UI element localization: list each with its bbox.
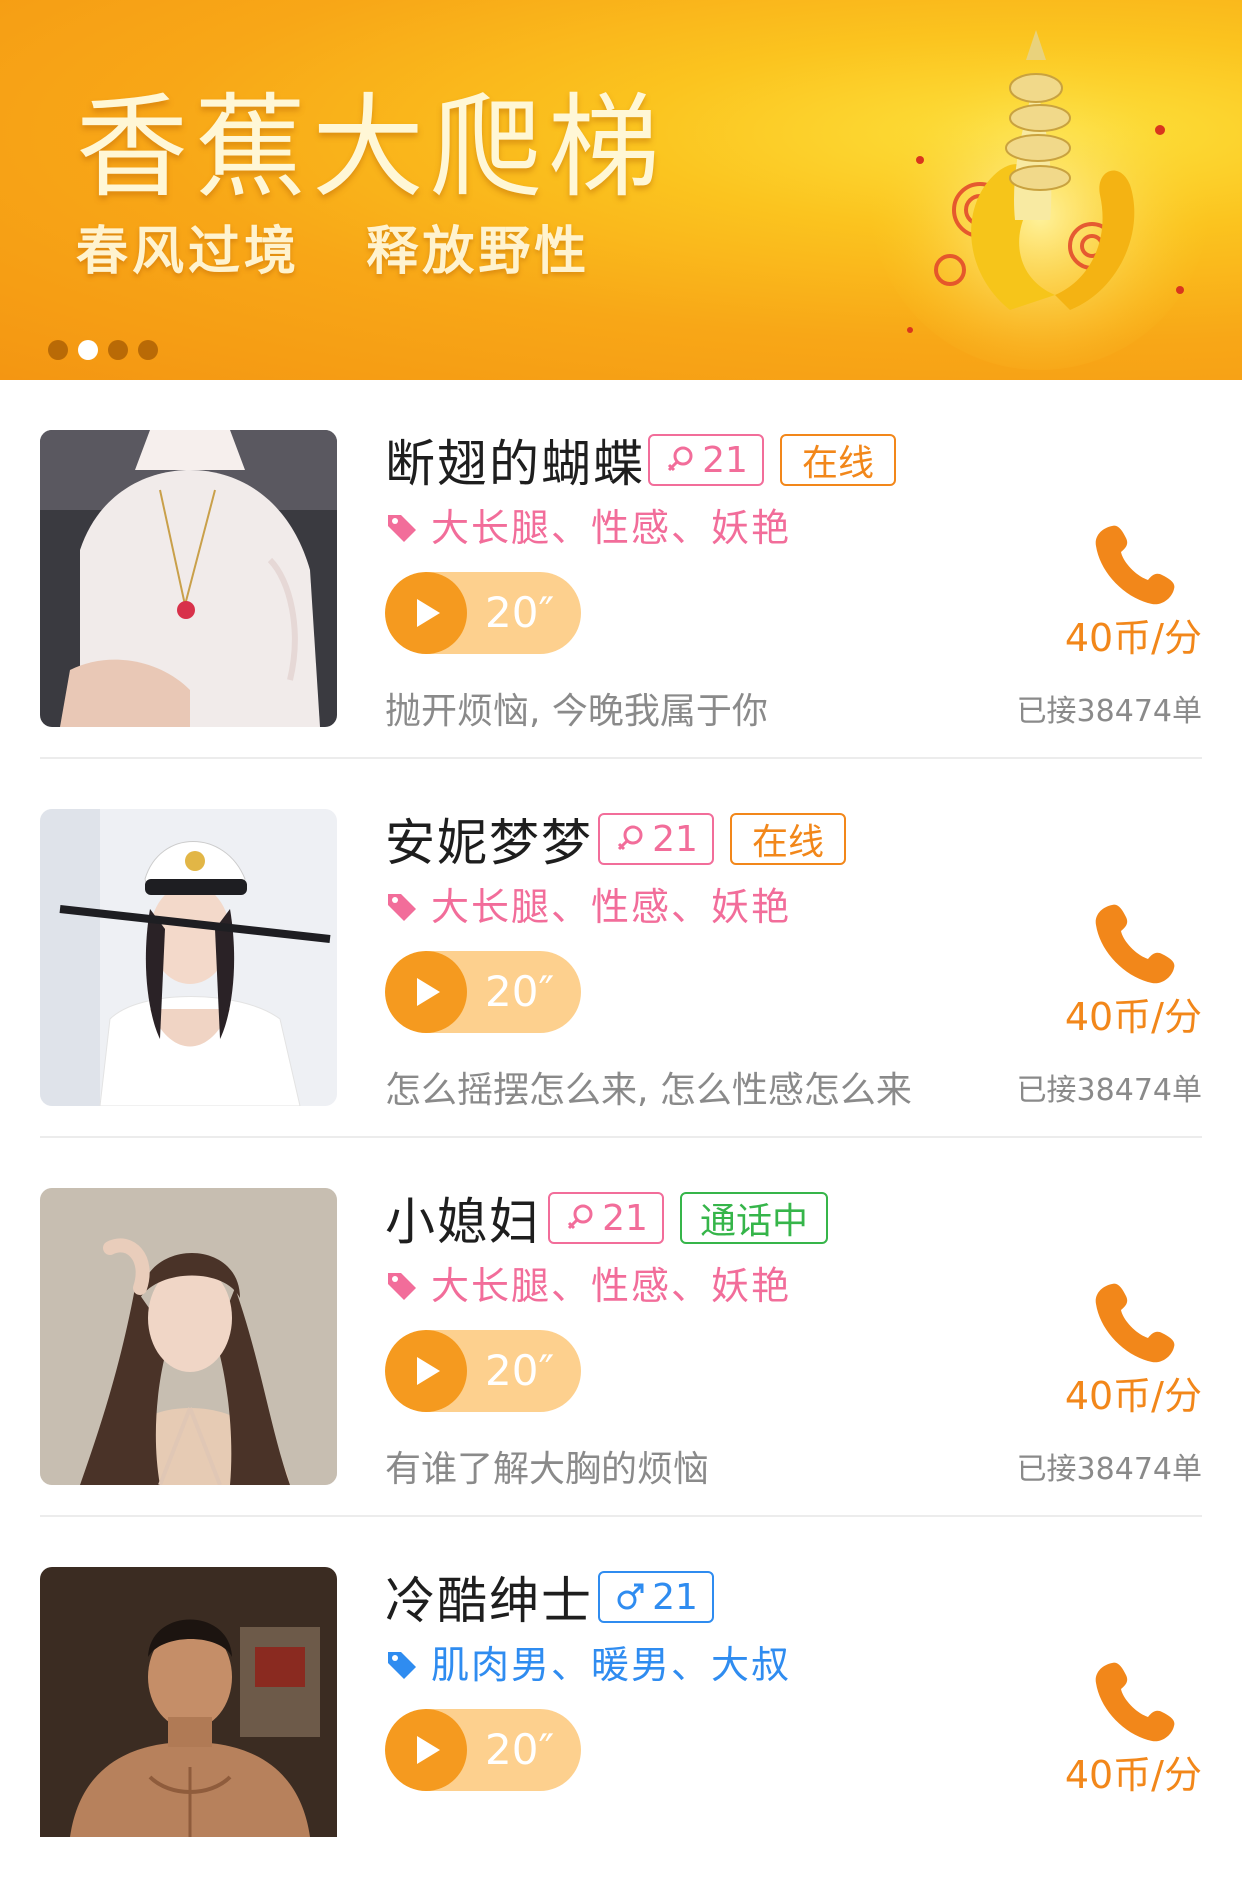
host-intro: 有谁了解大胸的烦恼 <box>385 1449 710 1490</box>
host-card[interactable]: 冷酷绅士 21 肌肉男、暖男、大叔 20″ 40币/分 <box>0 1517 1242 1896</box>
host-name: 小媳妇 <box>385 1193 541 1251</box>
voice-duration: 20″ <box>485 967 555 1016</box>
tags-text: 肌肉男、暖男、大叔 <box>431 1643 792 1687</box>
age-badge: 21 <box>548 1192 664 1244</box>
banner-pagination[interactable] <box>48 340 158 360</box>
voice-intro-button[interactable]: 20″ <box>385 951 581 1033</box>
host-tags: 大长腿、性感、妖艳 <box>385 504 791 552</box>
female-icon <box>618 825 643 851</box>
play-icon <box>385 1330 467 1412</box>
status-badge: 在线 <box>730 813 846 865</box>
host-badges: 21 在线 <box>648 434 896 486</box>
price-per-minute: 40币/分 <box>1064 995 1202 1039</box>
host-intro: 怎么摇摆怎么来, 怎么性感怎么来 <box>385 1070 912 1111</box>
price-per-minute: 40币/分 <box>1064 616 1202 660</box>
host-badges: 21 通话中 <box>548 1192 828 1244</box>
host-badges: 21 在线 <box>598 813 846 865</box>
host-tags: 大长腿、性感、妖艳 <box>385 883 791 931</box>
age-badge: 21 <box>598 813 714 865</box>
orders-count: 已接38474单 <box>1016 1452 1202 1487</box>
orders-count: 已接38474单 <box>1016 694 1202 729</box>
age-value: 21 <box>652 818 698 860</box>
tag-icon <box>388 1652 416 1679</box>
host-avatar[interactable] <box>40 430 337 727</box>
age-badge: 21 <box>648 434 764 486</box>
orders-count: 已接38474单 <box>1016 1073 1202 1108</box>
status-badge: 在线 <box>780 434 896 486</box>
banner-title: 香蕉大爬梯 <box>76 83 666 213</box>
host-intro: 抛开烦恼, 今晚我属于你 <box>385 691 768 732</box>
host-avatar[interactable] <box>40 809 337 1106</box>
price-per-minute: 40币/分 <box>1064 1374 1202 1418</box>
host-tags: 肌肉男、暖男、大叔 <box>385 1641 791 1689</box>
age-value: 21 <box>702 439 748 481</box>
female-icon <box>568 1204 593 1230</box>
pagination-dot[interactable] <box>48 340 68 360</box>
pagination-dot[interactable] <box>138 340 158 360</box>
play-icon <box>385 951 467 1033</box>
pagination-dot[interactable] <box>108 340 128 360</box>
tags-text: 大长腿、性感、妖艳 <box>431 885 792 929</box>
age-badge: 21 <box>598 1571 714 1623</box>
banner-subtitle: 春风过境 释放野性 <box>76 222 591 282</box>
voice-duration: 20″ <box>485 1725 555 1774</box>
tag-icon <box>388 1273 416 1300</box>
host-name: 断翅的蝴蝶 <box>385 435 645 493</box>
play-icon <box>385 572 467 654</box>
host-name: 冷酷绅士 <box>385 1572 593 1630</box>
host-avatar[interactable] <box>40 1567 337 1837</box>
host-card[interactable]: 安妮梦梦 21 在线 大长腿、性感、妖艳 20″ 怎么摇摆怎么来, 怎么性感怎么… <box>0 759 1242 1138</box>
tags-text: 大长腿、性感、妖艳 <box>431 506 792 550</box>
tags-text: 大长腿、性感、妖艳 <box>431 1264 792 1308</box>
host-name: 安妮梦梦 <box>385 814 593 872</box>
host-card[interactable]: 小媳妇 21 通话中 大长腿、性感、妖艳 20″ 有谁了解大胸的烦恼 40币/分… <box>0 1138 1242 1517</box>
voice-intro-button[interactable]: 20″ <box>385 572 581 654</box>
phone-call-icon[interactable] <box>1090 520 1180 610</box>
play-icon <box>385 1709 467 1791</box>
male-icon <box>617 1583 644 1610</box>
age-value: 21 <box>652 1576 698 1618</box>
host-tags: 大长腿、性感、妖艳 <box>385 1262 791 1310</box>
voice-duration: 20″ <box>485 1346 555 1395</box>
phone-call-icon[interactable] <box>1090 1657 1180 1747</box>
voice-duration: 20″ <box>485 588 555 637</box>
voice-intro-button[interactable]: 20″ <box>385 1709 581 1791</box>
female-icon <box>668 446 693 472</box>
status-badge: 通话中 <box>680 1192 828 1244</box>
pagination-dot-active[interactable] <box>78 340 98 360</box>
age-value: 21 <box>602 1197 648 1239</box>
host-avatar[interactable] <box>40 1188 337 1485</box>
phone-call-icon[interactable] <box>1090 899 1180 989</box>
tag-icon <box>388 515 416 542</box>
tag-icon <box>388 894 416 921</box>
price-per-minute: 40币/分 <box>1064 1753 1202 1797</box>
banana-illustration <box>870 30 1210 370</box>
host-badges: 21 <box>598 1571 714 1623</box>
host-card[interactable]: 断翅的蝴蝶 21 在线 大长腿、性感、妖艳 20″ 抛开烦恼, 今晚我属于你 4… <box>0 380 1242 759</box>
phone-call-icon[interactable] <box>1090 1278 1180 1368</box>
voice-intro-button[interactable]: 20″ <box>385 1330 581 1412</box>
promo-banner[interactable]: 香蕉大爬梯 春风过境 释放野性 <box>0 0 1242 380</box>
